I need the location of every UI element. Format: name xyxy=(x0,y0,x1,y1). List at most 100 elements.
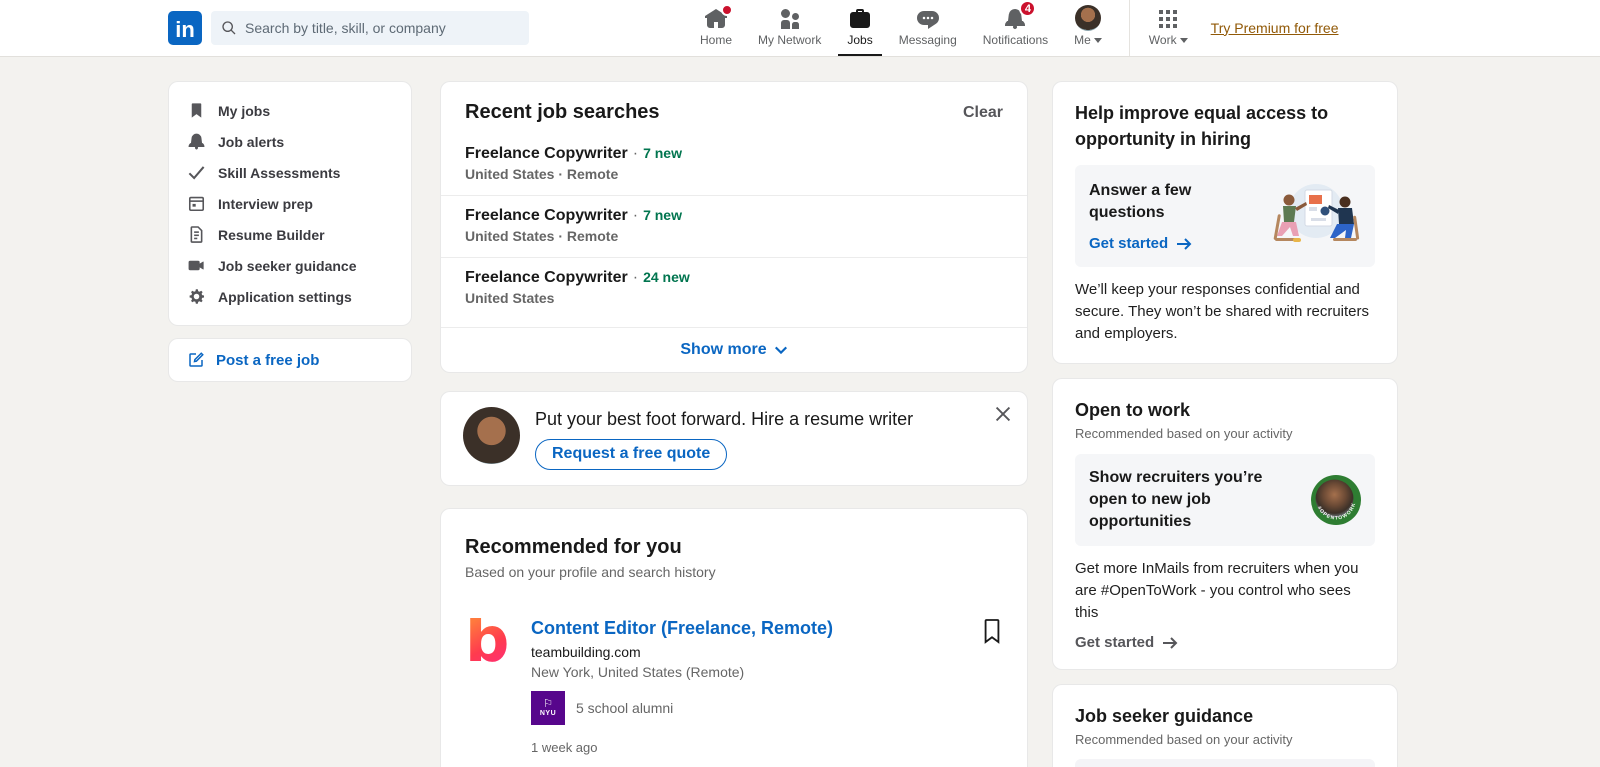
recent-search-row[interactable]: Freelance Copywriter · 7 new United States… xyxy=(441,134,1027,196)
separator: · xyxy=(632,145,639,162)
job-card[interactable]: b Content Editor (Freelance, Remote) tea… xyxy=(465,609,1003,755)
search-query[interactable]: Freelance Copywriter xyxy=(465,145,628,162)
recommended-subtitle: Based on your profile and search history xyxy=(465,564,716,580)
jobs-sidebar-card: My jobs Job alerts Skill Assessments Int… xyxy=(168,81,412,326)
gear-icon xyxy=(189,289,205,304)
recommended-card: Recommended for you Based on your profil… xyxy=(440,508,1028,767)
open-to-work-body: Get more InMails from recruiters when yo… xyxy=(1075,560,1359,621)
equal-access-get-started[interactable]: Get started xyxy=(1089,235,1261,252)
sidebar-item-label: Skill Assessments xyxy=(218,164,341,181)
nav-divider xyxy=(1128,0,1130,56)
nav-work-label: Work xyxy=(1148,33,1177,47)
save-job-button[interactable] xyxy=(981,618,1003,755)
top-navigation: in Home My Network Jobs xyxy=(0,0,1600,57)
work-grid-icon xyxy=(1159,10,1178,28)
resume-writer-avatar xyxy=(463,407,520,464)
sidebar-item-label: Application settings xyxy=(218,288,352,305)
nav-notifications[interactable]: 4 Notifications xyxy=(970,0,1061,56)
guidance-prompt-box xyxy=(1075,759,1375,767)
recent-searches-title: Recent job searches xyxy=(465,101,660,123)
new-jobs-count: 7 new xyxy=(643,207,682,223)
nyu-school-logo: ⚐ NYU xyxy=(531,691,565,725)
request-quote-button[interactable]: Request a free quote xyxy=(535,439,728,470)
search-location: United States xyxy=(465,290,555,306)
search-query[interactable]: Freelance Copywriter xyxy=(465,269,628,286)
sidebar-item-application-settings[interactable]: Application settings xyxy=(169,281,411,312)
separator: · xyxy=(632,269,639,286)
nav-messaging-label: Messaging xyxy=(898,33,957,47)
nav-my-network-label: My Network xyxy=(758,33,822,47)
check-icon xyxy=(188,166,205,180)
bookmark-icon xyxy=(191,103,202,118)
job-location: New York, United States (Remote) xyxy=(531,664,745,680)
nav-home[interactable]: Home xyxy=(687,0,745,56)
open-to-work-prompt-box: Show recruiters you’re open to new job o… xyxy=(1075,454,1375,546)
recent-search-row[interactable]: Freelance Copywriter · 24 new United State… xyxy=(441,258,1027,319)
recent-search-row[interactable]: Freelance Copywriter · 7 new United States… xyxy=(441,196,1027,258)
job-company: teambuilding.com xyxy=(531,644,641,660)
arrow-right-icon xyxy=(1163,636,1178,649)
nav-work[interactable]: Work xyxy=(1136,0,1201,56)
equal-access-prompt-box: Answer a few questions Get started xyxy=(1075,165,1375,267)
equal-access-prompt: Answer a few questions xyxy=(1089,182,1192,221)
clear-searches-button[interactable]: Clear xyxy=(963,104,1003,122)
alumni-insight: ⚐ NYU 5 school alumni xyxy=(531,691,833,725)
show-more-label: Show more xyxy=(680,341,767,358)
nav-home-label: Home xyxy=(700,33,733,47)
search-location: United States · Remote xyxy=(465,166,619,182)
arrow-right-icon xyxy=(1177,237,1192,250)
guidance-title: Job seeker guidance xyxy=(1075,706,1254,726)
open-to-work-get-started[interactable]: Get started xyxy=(1075,634,1375,651)
notifications-badge: 4 xyxy=(1019,0,1037,17)
job-posted-age: 1 week ago xyxy=(531,740,598,755)
nav-my-network[interactable]: My Network xyxy=(745,0,834,56)
try-premium-link[interactable]: Try Premium for free xyxy=(1209,19,1341,38)
sidebar-item-job-alerts[interactable]: Job alerts xyxy=(169,126,411,157)
chevron-down-icon xyxy=(774,346,787,355)
search-input[interactable] xyxy=(211,11,529,45)
guidance-subtitle: Recommended based on your activity xyxy=(1075,732,1293,747)
nav-me-label: Me xyxy=(1074,33,1091,47)
sidebar-item-label: Resume Builder xyxy=(218,226,325,243)
primary-nav: Home My Network Jobs Messaging 4 Notific… xyxy=(687,0,1115,56)
nav-me[interactable]: Me xyxy=(1061,0,1115,56)
recommended-title: Recommended for you xyxy=(465,536,682,558)
global-search xyxy=(211,11,529,45)
teambuilding-company-logo: b xyxy=(465,609,513,671)
sidebar-item-label: Job seeker guidance xyxy=(218,257,357,274)
equal-access-disclaimer: We’ll keep your responses confidential a… xyxy=(1075,281,1370,342)
recent-job-searches-card: Recent job searches Clear Freelance Copy… xyxy=(440,81,1028,373)
nav-jobs[interactable]: Jobs xyxy=(834,0,885,56)
sidebar-item-resume-builder[interactable]: Resume Builder xyxy=(169,219,411,250)
show-more-button[interactable]: Show more xyxy=(441,327,1027,372)
open-to-work-subtitle: Recommended based on your activity xyxy=(1075,426,1293,441)
equal-access-title: Help improve equal access to opportunity… xyxy=(1075,103,1329,149)
nav-notifications-label: Notifications xyxy=(982,33,1049,47)
post-free-job-label: Post a free job xyxy=(216,351,320,369)
sidebar-item-label: Job alerts xyxy=(218,133,285,150)
torch-icon: ⚐ xyxy=(543,698,553,710)
search-location: United States · Remote xyxy=(465,228,619,244)
resume-writer-banner: Put your best foot forward. Hire a resum… xyxy=(440,391,1028,486)
linkedin-logo[interactable]: in xyxy=(168,11,202,45)
edit-icon xyxy=(189,352,204,367)
sidebar-item-skill-assessments[interactable]: Skill Assessments xyxy=(169,157,411,188)
close-icon[interactable] xyxy=(992,403,1014,425)
document-icon xyxy=(190,226,203,243)
bell-icon xyxy=(188,133,205,150)
job-title-link[interactable]: Content Editor (Freelance, Remote) xyxy=(531,618,833,639)
post-free-job-button[interactable]: Post a free job xyxy=(168,338,412,382)
job-seeker-guidance-card: Job seeker guidance Recommended based on… xyxy=(1052,684,1398,767)
sidebar-item-label: My jobs xyxy=(218,102,271,119)
briefcase-icon xyxy=(850,9,871,28)
search-icon xyxy=(222,21,236,35)
sidebar-item-job-seeker-guidance[interactable]: Job seeker guidance xyxy=(169,250,411,281)
sidebar-item-label: Interview prep xyxy=(218,195,313,212)
search-query[interactable]: Freelance Copywriter xyxy=(465,207,628,224)
open-to-work-card: Open to work Recommended based on your a… xyxy=(1052,378,1398,670)
sidebar-item-interview-prep[interactable]: Interview prep xyxy=(169,188,411,219)
alumni-count: 5 school alumni xyxy=(576,700,674,716)
hiring-survey-illustration xyxy=(1273,184,1360,242)
sidebar-item-my-jobs[interactable]: My jobs xyxy=(169,95,411,126)
nav-messaging[interactable]: Messaging xyxy=(886,0,970,56)
